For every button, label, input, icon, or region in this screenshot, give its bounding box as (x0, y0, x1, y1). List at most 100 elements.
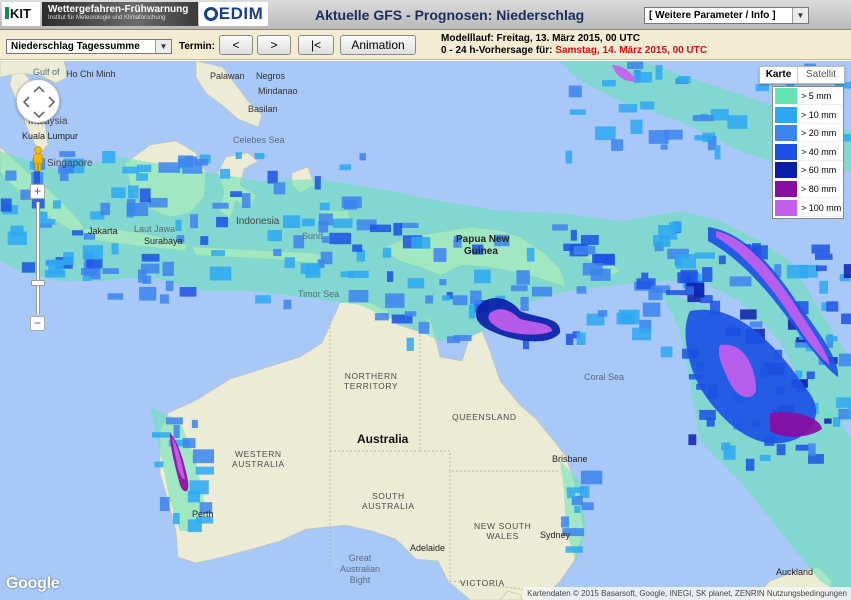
precip-cell (126, 203, 149, 217)
kit-logo[interactable]: KIT (2, 2, 40, 26)
precip-cell (581, 235, 599, 245)
precip-cell (255, 295, 271, 304)
precip-cell (520, 296, 529, 311)
precip-cell (190, 214, 198, 229)
legend-label: > 60 mm (797, 161, 843, 180)
precip-cell (318, 213, 333, 226)
precip-cell (642, 302, 661, 317)
kit-logo-text: KIT (10, 6, 31, 21)
map-attribution[interactable]: Kartendaten © 2015 Basarsoft, Google, IN… (523, 587, 851, 600)
precip-cell (283, 299, 292, 310)
precip-cell (139, 188, 151, 203)
pan-control[interactable] (16, 79, 60, 123)
precip-cell (597, 310, 608, 317)
precip-cell (332, 218, 353, 228)
precip-cell (660, 144, 668, 150)
precip-cell (576, 332, 586, 345)
precipitation-map[interactable]: Gulf of Ho Chi Minh Palawan Negros Minda… (0, 61, 851, 600)
wettergefahren-logo[interactable]: Wettergefahren-Frühwarnung Institut für … (42, 2, 198, 26)
precip-cell (526, 247, 535, 262)
precip-cell (59, 173, 69, 182)
map-label-papua: Papua New (456, 234, 510, 245)
precip-cell (470, 290, 482, 305)
precip-cell (10, 225, 24, 236)
precip-cell (826, 301, 839, 312)
first-button[interactable]: |< (298, 35, 334, 55)
precip-cell (273, 248, 282, 257)
map-label-victoria: VICTORIA (460, 578, 505, 588)
precip-cell (348, 290, 369, 303)
parameter-select[interactable]: Niederschlag Tagessumme ▼ (6, 39, 172, 54)
map-label-northern-territory: NORTHERN TERRITORY (344, 371, 399, 391)
precip-cell (808, 443, 816, 457)
map-label-singapore: Singapore (47, 158, 93, 169)
precip-cell (552, 224, 568, 231)
map-type-karte[interactable]: Karte (760, 67, 798, 83)
more-parameters-select[interactable]: [ Weitere Parameter / Info ] ▼ (644, 7, 809, 24)
legend-label: > 5 mm (797, 87, 843, 105)
precip-cell (141, 253, 160, 262)
precip-cell (154, 461, 164, 468)
map-label-auckland: Auckland (776, 567, 814, 577)
map-label-laut-jawa: Laut Jawa (134, 224, 176, 234)
map-label-guinea: Guinea (464, 246, 498, 257)
precip-cell (806, 371, 815, 380)
animation-button[interactable]: Animation (340, 35, 416, 55)
precip-cell (568, 85, 582, 98)
precip-cell (21, 262, 36, 273)
legend-label: > 10 mm (797, 106, 843, 124)
legend-row: > 5 mm (773, 87, 843, 106)
model-run-info: Modelllauf: Freitag, 13. März 2015, 00 U… (441, 33, 707, 57)
pegman-icon[interactable] (31, 146, 45, 172)
precip-cell (648, 130, 669, 144)
precipitation-legend: > 5 mm > 10 mm > 20 mm > 40 mm > 60 mm > 80 m… (772, 86, 844, 219)
map-label-brisbane: Brisbane (552, 454, 588, 464)
wettergefahren-logo-subtitle: Institut für Meteorologie und Klimaforsc… (48, 15, 166, 21)
precip-cell (474, 269, 491, 284)
header-bar: KIT Wettergefahren-Frühwarnung Institut … (0, 0, 851, 30)
chevron-down-icon[interactable]: ▼ (155, 40, 171, 53)
precip-cell (723, 445, 736, 460)
legend-label: > 40 mm (797, 143, 843, 161)
chevron-down-icon[interactable]: ▼ (792, 8, 808, 23)
precip-cell (565, 150, 573, 164)
precip-cell (200, 236, 209, 245)
legend-swatch (775, 199, 797, 216)
precip-cell (359, 153, 366, 161)
previous-button[interactable]: < (219, 35, 253, 55)
google-logo[interactable]: Google (6, 575, 60, 593)
zoom-slider-handle[interactable] (31, 280, 45, 286)
precip-cell (627, 61, 644, 69)
precip-cell (677, 76, 691, 84)
precip-cell (602, 80, 616, 87)
precip-cell (158, 162, 181, 173)
zoom-in-button[interactable]: + (30, 184, 45, 199)
precip-cell (283, 215, 301, 228)
cedim-logo[interactable]: EDIM (199, 2, 268, 26)
precip-cell (755, 84, 769, 92)
pan-arrows-icon[interactable] (22, 85, 56, 119)
map-label-australian: Australian (340, 564, 381, 574)
legend-label: > 20 mm (797, 124, 843, 143)
precip-cell (439, 279, 447, 286)
precip-cell (319, 202, 330, 211)
next-button[interactable]: > (257, 35, 291, 55)
zoom-out-button[interactable]: − (30, 316, 45, 331)
precip-cell (745, 458, 755, 471)
precip-cell (692, 115, 714, 122)
precip-cell (633, 72, 653, 83)
precip-cell (165, 280, 174, 291)
precip-cell (122, 166, 140, 174)
legend-row: > 60 mm (773, 161, 843, 180)
precip-cell (216, 216, 229, 228)
map-canvas (0, 61, 851, 600)
precip-cell (694, 283, 705, 298)
precip-cell (718, 255, 726, 265)
map-label-timor-sea: Timor Sea (298, 289, 340, 299)
precip-cell (573, 245, 596, 255)
precip-cell (393, 222, 403, 236)
zoom-slider-track[interactable] (36, 202, 40, 314)
map-type-satellit[interactable]: Satellit (798, 67, 844, 83)
forecast-line: 0 - 24 h-Vorhersage für: Samstag, 14. Mä… (441, 45, 707, 57)
map-label-jakarta: Jakarta (88, 226, 118, 236)
